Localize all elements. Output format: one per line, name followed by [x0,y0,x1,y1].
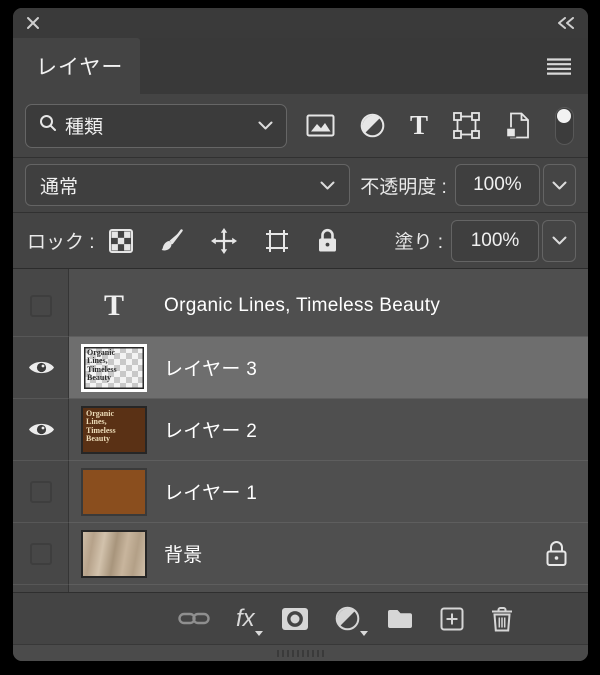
panel-menu-icon[interactable] [546,57,572,75]
fill-input[interactable]: 100% [451,219,539,262]
eye-icon [28,423,54,436]
layer-name[interactable]: レイヤー 3 [164,354,257,381]
layer-row-background[interactable]: 背景 [13,523,588,585]
layer-row-layer3[interactable]: Organic Lines, Timeless Beauty レイヤー 3 [13,337,588,399]
new-group-folder-icon[interactable] [386,608,414,630]
visibility-toggle[interactable] [13,337,69,398]
layer-name[interactable]: レイヤー 2 [164,416,257,443]
filter-pixel-layers-icon[interactable] [306,114,335,137]
lock-all-icon[interactable] [317,228,338,253]
fill-label: 塗り : [394,232,443,253]
filter-type-layers-icon[interactable]: T [410,112,428,139]
fill-dropdown-button[interactable] [542,219,576,262]
collapse-panel-icon[interactable] [557,17,575,29]
layer-style-fx-button[interactable]: fx [236,604,263,636]
new-layer-icon[interactable] [440,607,464,631]
lock-icon-group [108,227,338,254]
lock-artboard-nesting-icon[interactable] [264,229,290,253]
filter-type-value: 種類 [65,117,104,138]
layer-name[interactable]: Organic Lines, Timeless Beauty [164,295,440,317]
layer-list: T Organic Lines, Timeless Beauty Organic… [13,269,588,592]
layer-name[interactable]: レイヤー 1 [164,478,257,505]
layer-name[interactable]: 背景 [164,540,203,567]
lock-label: ロック : [27,232,95,253]
fx-dropdown-arrow-icon [254,630,263,636]
chevron-down-icon [320,181,335,190]
filter-type-select[interactable]: 種類 [25,103,287,148]
opacity-input[interactable]: 100% [454,164,541,206]
blend-mode-value: 通常 [40,176,79,198]
eye-icon [28,361,54,374]
add-adjustment-layer-icon[interactable] [335,606,368,636]
blend-mode-select[interactable]: 通常 [25,164,351,206]
visibility-toggle[interactable] [13,461,69,522]
layer-thumbnail[interactable] [81,529,147,578]
filter-row: 種類 T [13,94,588,158]
tab-layers[interactable]: レイヤー [13,38,140,94]
lock-row: ロック : 塗り : 100% [13,213,588,269]
delete-layer-trash-icon[interactable] [490,606,514,632]
chevron-down-icon [258,121,273,130]
adjustment-dropdown-arrow-icon [359,631,368,636]
layer-row-text[interactable]: T Organic Lines, Timeless Beauty [13,275,588,337]
layer-row-layer1[interactable]: レイヤー 1 [13,461,588,523]
visibility-toggle[interactable] [13,399,69,460]
lock-image-pixels-brush-icon[interactable] [160,228,184,253]
visibility-off-icon [30,480,52,503]
visibility-toggle[interactable] [13,275,69,336]
blend-row: 通常 不透明度 : 100% [13,158,588,213]
filter-shape-layers-icon[interactable] [453,112,480,139]
toggle-knob [556,108,571,123]
panel-title-bar [13,8,588,38]
layer-thumbnail[interactable] [81,467,147,516]
add-layer-mask-icon[interactable] [281,607,309,631]
visibility-toggle[interactable] [13,523,69,584]
filter-smart-object-icon[interactable] [505,112,530,139]
layers-panel: レイヤー 種類 T 通常 不透明度: 100% ロック: 塗り: 100%… [13,8,588,661]
link-layers-icon[interactable] [178,610,210,627]
fx-label: fx [236,604,255,632]
fill-value: 100% [470,229,520,251]
visibility-off-icon [30,542,52,565]
background-lock-icon[interactable] [545,540,568,567]
fill-controls: 塗り : 100% [384,219,576,262]
layer-row-layer2[interactable]: Organic Lines, Timeless Beauty レイヤー 2 [13,399,588,461]
filter-icon-group: T [287,106,578,145]
opacity-label: 不透明度 : [360,176,447,198]
layers-bottom-toolbar: fx [13,592,588,644]
opacity-value: 100% [473,174,522,195]
tab-bar: レイヤー [13,38,588,94]
tab-layers-label: レイヤー [36,56,124,79]
opacity-dropdown-button[interactable] [543,164,576,206]
panel-resize-strip[interactable] [13,644,588,661]
search-icon [39,114,57,138]
text-layer-thumbnail[interactable]: T [81,282,147,330]
filter-adjustment-layers-icon[interactable] [360,113,385,138]
layer-thumbnail[interactable]: Organic Lines, Timeless Beauty [81,343,147,392]
resize-grip-icon [276,649,325,657]
filter-toggle-switch[interactable] [554,106,574,145]
layer-thumbnail[interactable]: Organic Lines, Timeless Beauty [81,405,147,454]
lock-transparent-pixels-icon[interactable] [108,228,133,253]
lock-position-move-icon[interactable] [210,227,237,254]
visibility-off-icon [30,294,52,317]
close-icon[interactable] [26,16,40,30]
